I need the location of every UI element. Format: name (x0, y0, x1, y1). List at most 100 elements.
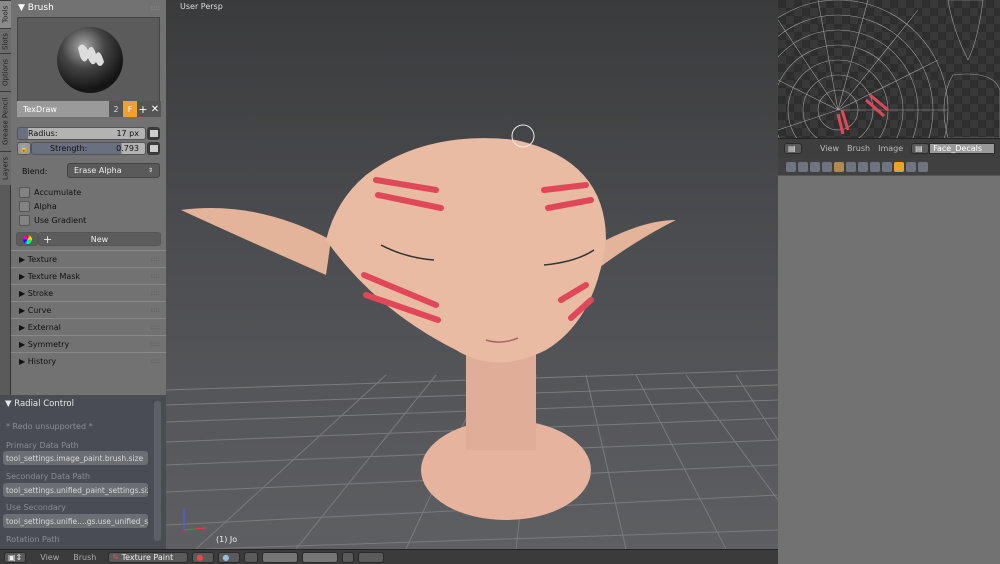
subpanel-texture-mask[interactable]: ▶ Texture Mask:::: (11, 267, 166, 284)
pressure-radius-button[interactable] (147, 127, 160, 140)
subpanel-symmetry[interactable]: ▶ Symmetry:::: (11, 335, 166, 352)
tab-grease-pencil[interactable]: Grease Pencil (0, 91, 11, 151)
accumulate-label: Accumulate (34, 188, 82, 197)
expand-icon: ▶ (19, 305, 28, 315)
grip-icon[interactable]: :::: (151, 357, 160, 365)
occlude-button[interactable] (244, 551, 259, 563)
strength-value: 0.793 (116, 144, 139, 153)
pivot-dropdown[interactable]: ● (218, 551, 241, 563)
subpanel-history[interactable]: ▶ History:::: (11, 352, 166, 369)
redo-notice: * Redo unsupported * (6, 422, 93, 431)
grip-icon[interactable]: :::: (151, 3, 160, 14)
image-browse-button[interactable]: ▤ (911, 143, 930, 154)
updown-icon: ⇕ (147, 167, 153, 174)
radial-control-header[interactable]: ▼ Radial Control (5, 399, 74, 409)
tool-icon[interactable] (798, 161, 808, 172)
use-gradient-checkbox[interactable] (19, 215, 30, 226)
grip-icon[interactable]: :::: (151, 323, 160, 331)
tool-icon[interactable] (810, 161, 820, 172)
opengl-render-icon[interactable] (358, 551, 385, 563)
tab-label: Layers (1, 156, 10, 181)
tool-icon[interactable] (918, 161, 928, 172)
new-palette-button[interactable]: + New (38, 232, 161, 246)
fake-user-button[interactable]: F (123, 101, 137, 117)
use-secondary-field[interactable]: tool_settings.unifie....gs.use_unified_s… (3, 514, 148, 528)
subpanel-label: Stroke (27, 288, 54, 298)
add-brush-button[interactable]: + (137, 101, 149, 117)
tool-icon[interactable] (906, 161, 916, 172)
viewport-scene (166, 124, 778, 549)
lock-icon: 🔓 (19, 144, 29, 153)
render-icon[interactable] (342, 551, 355, 563)
brush-name-field[interactable]: TexDraw (17, 101, 109, 117)
tool-icon[interactable] (834, 161, 844, 172)
editor-type-button[interactable]: ▤ (784, 143, 802, 154)
subpanel-external[interactable]: ▶ External:::: (11, 318, 166, 335)
subpanel-curve[interactable]: ▶ Curve:::: (11, 301, 166, 318)
tool-shelf: ▼ Brush:::: TexDraw 2 F + ✕ Radius: 17 px… (11, 0, 166, 395)
rotation-path-label: Rotation Path (6, 535, 60, 544)
brush-menu[interactable]: Brush (73, 553, 96, 562)
blend-dropdown[interactable]: Erase Alpha ⇕ (67, 163, 160, 178)
users-count[interactable]: 2 (109, 101, 123, 117)
close-icon: ✕ (150, 103, 160, 115)
tool-icon[interactable] (786, 161, 796, 172)
grip-icon[interactable]: :::: (151, 272, 160, 280)
image-name-field[interactable]: Face_Decals (929, 143, 996, 154)
subpanel-label: External (27, 322, 61, 332)
radial-control-panel: ▼ Radial Control * Redo unsupported * Pr… (0, 395, 166, 549)
brush-menu[interactable]: Brush (847, 144, 870, 153)
view-menu[interactable]: View (40, 553, 59, 562)
grip-icon[interactable]: :::: (151, 289, 160, 297)
wrench-icon[interactable] (858, 161, 868, 172)
secondary-path-label: Secondary Data Path (6, 472, 91, 481)
blend-value: Erase Alpha (74, 166, 122, 175)
view-menu[interactable]: View (820, 144, 839, 153)
axis-gizmo (183, 508, 207, 531)
lock-strength-button[interactable]: 🔓 (17, 142, 31, 155)
mode-dropdown[interactable]: ✎ Texture Paint (108, 551, 189, 563)
subpanel-texture[interactable]: ▶ Texture:::: (11, 250, 166, 267)
unlink-brush-button[interactable]: ✕ (149, 101, 161, 117)
view-label: User Persp (180, 2, 223, 11)
expand-icon: ▶ (19, 271, 28, 281)
new-label: New (90, 234, 109, 244)
grip-icon[interactable]: :::: (151, 340, 160, 348)
tab-label: Grease Pencil (1, 97, 10, 146)
brush-preview[interactable] (17, 17, 160, 101)
tab-label: Tools (1, 5, 10, 24)
grip-icon[interactable]: :::: (151, 255, 160, 263)
plus-icon: + (138, 102, 148, 116)
radius-slider[interactable]: Radius: 17 px (17, 127, 146, 140)
collapse-icon: ▼ (18, 2, 28, 13)
layers-grid-1[interactable] (262, 551, 299, 563)
editor-type-button[interactable]: ▣⇕ (4, 551, 27, 563)
uv-image-view[interactable] (778, 0, 1000, 138)
tool-icon[interactable] (870, 161, 880, 172)
subpanel-stroke[interactable]: ▶ Stroke:::: (11, 284, 166, 301)
grip-icon[interactable]: :::: (151, 306, 160, 314)
layers-grid-2[interactable] (302, 551, 339, 563)
alpha-checkbox[interactable] (19, 201, 30, 212)
secondary-path-field[interactable]: tool_settings.unified_paint_settings.siz… (3, 483, 148, 497)
tool-icon[interactable] (882, 161, 892, 172)
tab-tools[interactable]: Tools (0, 0, 11, 28)
scrollbar[interactable] (154, 401, 161, 541)
brush-panel-header[interactable]: ▼ Brush:::: (11, 0, 166, 16)
tab-layers[interactable]: Layers (0, 151, 11, 185)
primary-path-field[interactable]: tool_settings.image_paint.brush.size (3, 451, 148, 465)
palette-dropdown[interactable] (16, 232, 38, 246)
link-icon[interactable] (846, 161, 856, 172)
accumulate-checkbox[interactable] (19, 187, 30, 198)
pressure-strength-button[interactable] (147, 142, 160, 155)
image-menu[interactable]: Image (878, 144, 903, 153)
checker-icon[interactable] (894, 161, 904, 172)
shading-dropdown[interactable]: ● (192, 551, 215, 563)
tab-slots[interactable]: Slots (0, 28, 11, 53)
3d-viewport[interactable]: User Persp (1) Jo (166, 0, 778, 549)
tool-icon[interactable] (822, 161, 832, 172)
expand-icon: ▶ (19, 339, 28, 349)
strength-slider[interactable]: Strength: 0.793 (31, 142, 146, 155)
tab-options[interactable]: Options (0, 53, 11, 91)
viewport-header: ▣⇕ View Brush ✎ Texture Paint ● ● (0, 549, 778, 564)
